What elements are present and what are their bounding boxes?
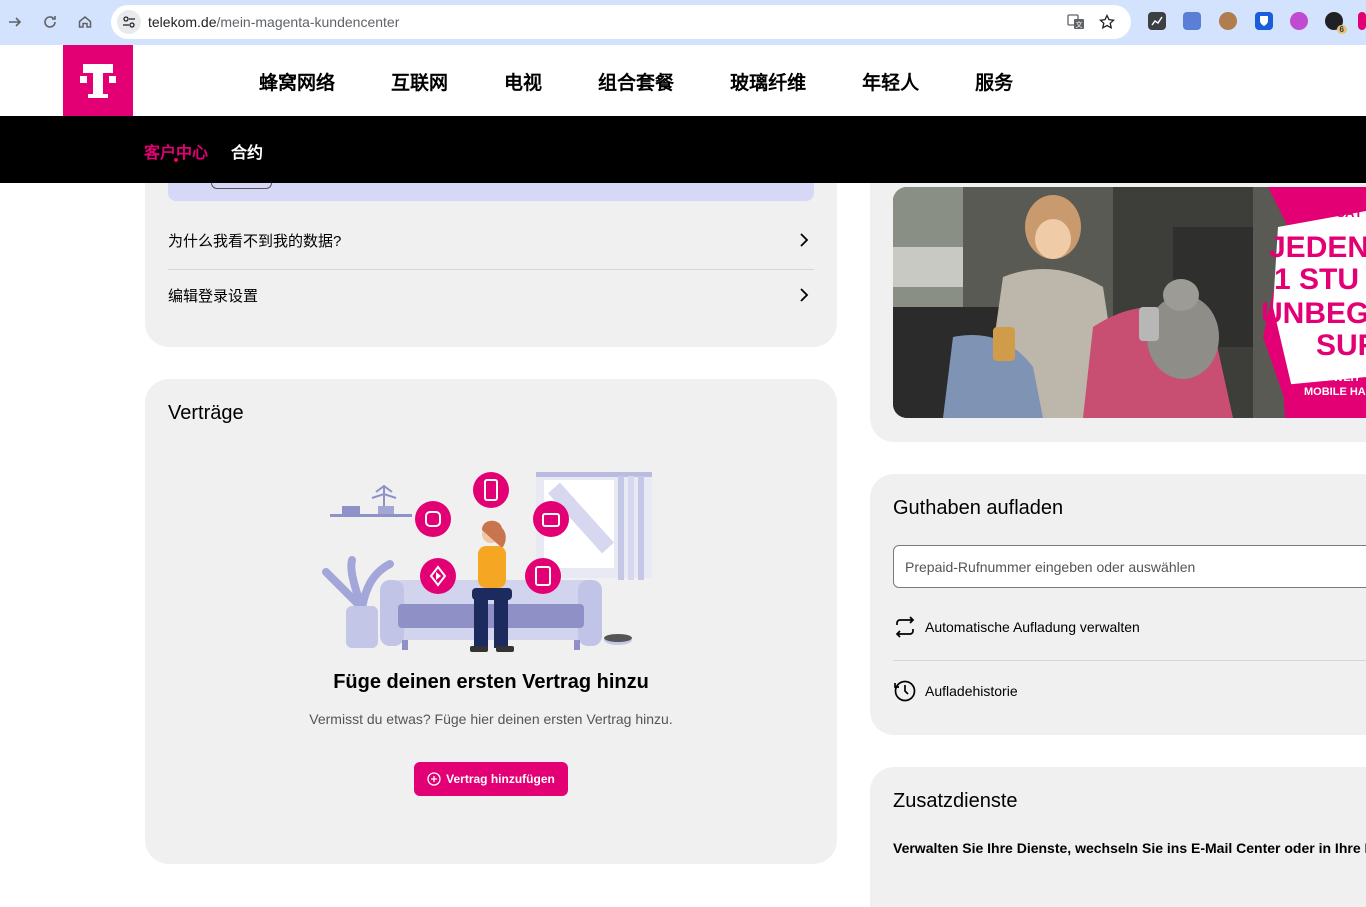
subnav-contracts[interactable]: 合约 xyxy=(231,139,263,163)
home-icon[interactable] xyxy=(74,11,96,33)
url-text: telekom.de/mein-magenta-kundencenter xyxy=(148,14,399,30)
repeat-icon xyxy=(895,616,915,638)
extension-chart-icon[interactable] xyxy=(1148,12,1166,30)
empty-state-subtitle: Vermisst du etwas? Füge hier deinen erst… xyxy=(309,711,673,727)
faq-item-label: 编辑登录设置 xyxy=(168,287,259,305)
banner-button-edge[interactable] xyxy=(211,183,272,189)
faq-item-login-settings[interactable]: 编辑登录设置 xyxy=(168,268,814,322)
faq-item-data-missing[interactable]: 为什么我看不到我的数据? xyxy=(168,213,814,267)
topup-title: Guthaben aufladen xyxy=(893,497,1064,519)
empty-state-title: Füge deinen ersten Vertrag hinzu xyxy=(333,671,649,693)
divider xyxy=(893,660,1366,661)
nav-item-tv[interactable]: 电视 xyxy=(504,68,542,95)
auto-topup-label: Automatische Aufladung verwalten xyxy=(925,619,1140,635)
auto-topup-link[interactable]: Automatische Aufladung verwalten xyxy=(893,616,1140,638)
promo-text-line: UNBEG xyxy=(1261,297,1366,330)
chevron-right-icon xyxy=(794,285,814,305)
empty-state-illustration xyxy=(322,472,652,652)
svg-text:文: 文 xyxy=(1076,20,1083,29)
address-bar[interactable]: telekom.de/mein-magenta-kundencenter 文 xyxy=(111,5,1131,39)
nav-item-fiber[interactable]: 玻璃纤维 xyxy=(730,68,806,95)
promo-text-line: JEDEN xyxy=(1269,231,1366,264)
bookmark-star-icon[interactable] xyxy=(1097,12,1117,32)
translate-icon[interactable]: 文 xyxy=(1066,12,1086,32)
nav-item-young[interactable]: 年轻人 xyxy=(862,68,919,95)
t-logo-icon xyxy=(80,63,116,98)
browser-toolbar: telekom.de/mein-magenta-kundencenter 文 6 xyxy=(0,0,1366,45)
extension-cookie-icon[interactable] xyxy=(1219,12,1237,30)
url-host: telekom.de xyxy=(148,14,217,30)
nav-item-bundles[interactable]: 组合套餐 xyxy=(598,68,674,95)
active-indicator xyxy=(174,158,178,162)
telekom-logo[interactable] xyxy=(63,45,133,116)
promo-text-line: MOBILE HA xyxy=(1304,386,1366,398)
promo-text-line: 1 STU xyxy=(1274,263,1360,296)
nav-item-service[interactable]: 服务 xyxy=(975,68,1013,95)
main-nav: 蜂窝网络 互联网 电视 组合套餐 玻璃纤维 年轻人 服务 xyxy=(259,68,1013,95)
add-contract-button[interactable]: Vertrag hinzufügen xyxy=(414,762,568,796)
promo-text-line: EU-WEIT xyxy=(1314,372,1361,384)
prepaid-number-placeholder: Prepaid-Rufnummer eingeben oder auswähle… xyxy=(905,558,1196,575)
sub-navigation: 客户中心 合约 xyxy=(0,116,1366,183)
extension-window-icon[interactable] xyxy=(1183,12,1201,30)
extras-card xyxy=(870,767,1366,907)
promo-banner[interactable]: ZUSÄT JEDEN 1 STU UNBEG SUR EU-WEIT MOBI… xyxy=(893,187,1366,418)
contracts-title: Verträge xyxy=(168,402,244,424)
site-header: 蜂窝网络 互联网 电视 组合套餐 玻璃纤维 年轻人 服务 xyxy=(0,45,1366,116)
topup-history-label: Aufladehistorie xyxy=(925,683,1018,699)
history-clock-icon xyxy=(894,680,916,702)
extras-description: Verwalten Sie Ihre Dienste, wechseln Sie… xyxy=(893,840,1366,856)
promo-text-line: ZUSÄT xyxy=(1319,205,1363,220)
site-settings-icon[interactable] xyxy=(117,10,141,34)
reload-icon[interactable] xyxy=(39,11,61,33)
extension-badge-icon[interactable]: 6 xyxy=(1325,12,1347,34)
add-contract-label: Vertrag hinzufügen xyxy=(446,772,555,786)
forward-icon[interactable] xyxy=(4,11,26,33)
prepaid-number-input[interactable]: Prepaid-Rufnummer eingeben oder auswähle… xyxy=(893,545,1366,588)
extras-title: Zusatzdienste xyxy=(893,790,1018,812)
extension-shield-icon[interactable] xyxy=(1255,12,1273,30)
faq-item-label: 为什么我看不到我的数据? xyxy=(168,232,342,250)
extension-partial-icon[interactable] xyxy=(1358,12,1366,30)
extension-profile-icon[interactable] xyxy=(1290,12,1308,30)
extension-badge-count: 6 xyxy=(1336,25,1347,34)
url-path: /mein-magenta-kundencenter xyxy=(216,14,400,30)
nav-item-internet[interactable]: 互联网 xyxy=(391,68,448,95)
promo-text-line: SUR xyxy=(1316,329,1366,362)
nav-item-mobile[interactable]: 蜂窝网络 xyxy=(259,68,335,95)
chevron-right-icon xyxy=(794,230,814,250)
plus-circle-icon xyxy=(427,772,441,786)
topup-history-link[interactable]: Aufladehistorie xyxy=(893,679,1018,703)
